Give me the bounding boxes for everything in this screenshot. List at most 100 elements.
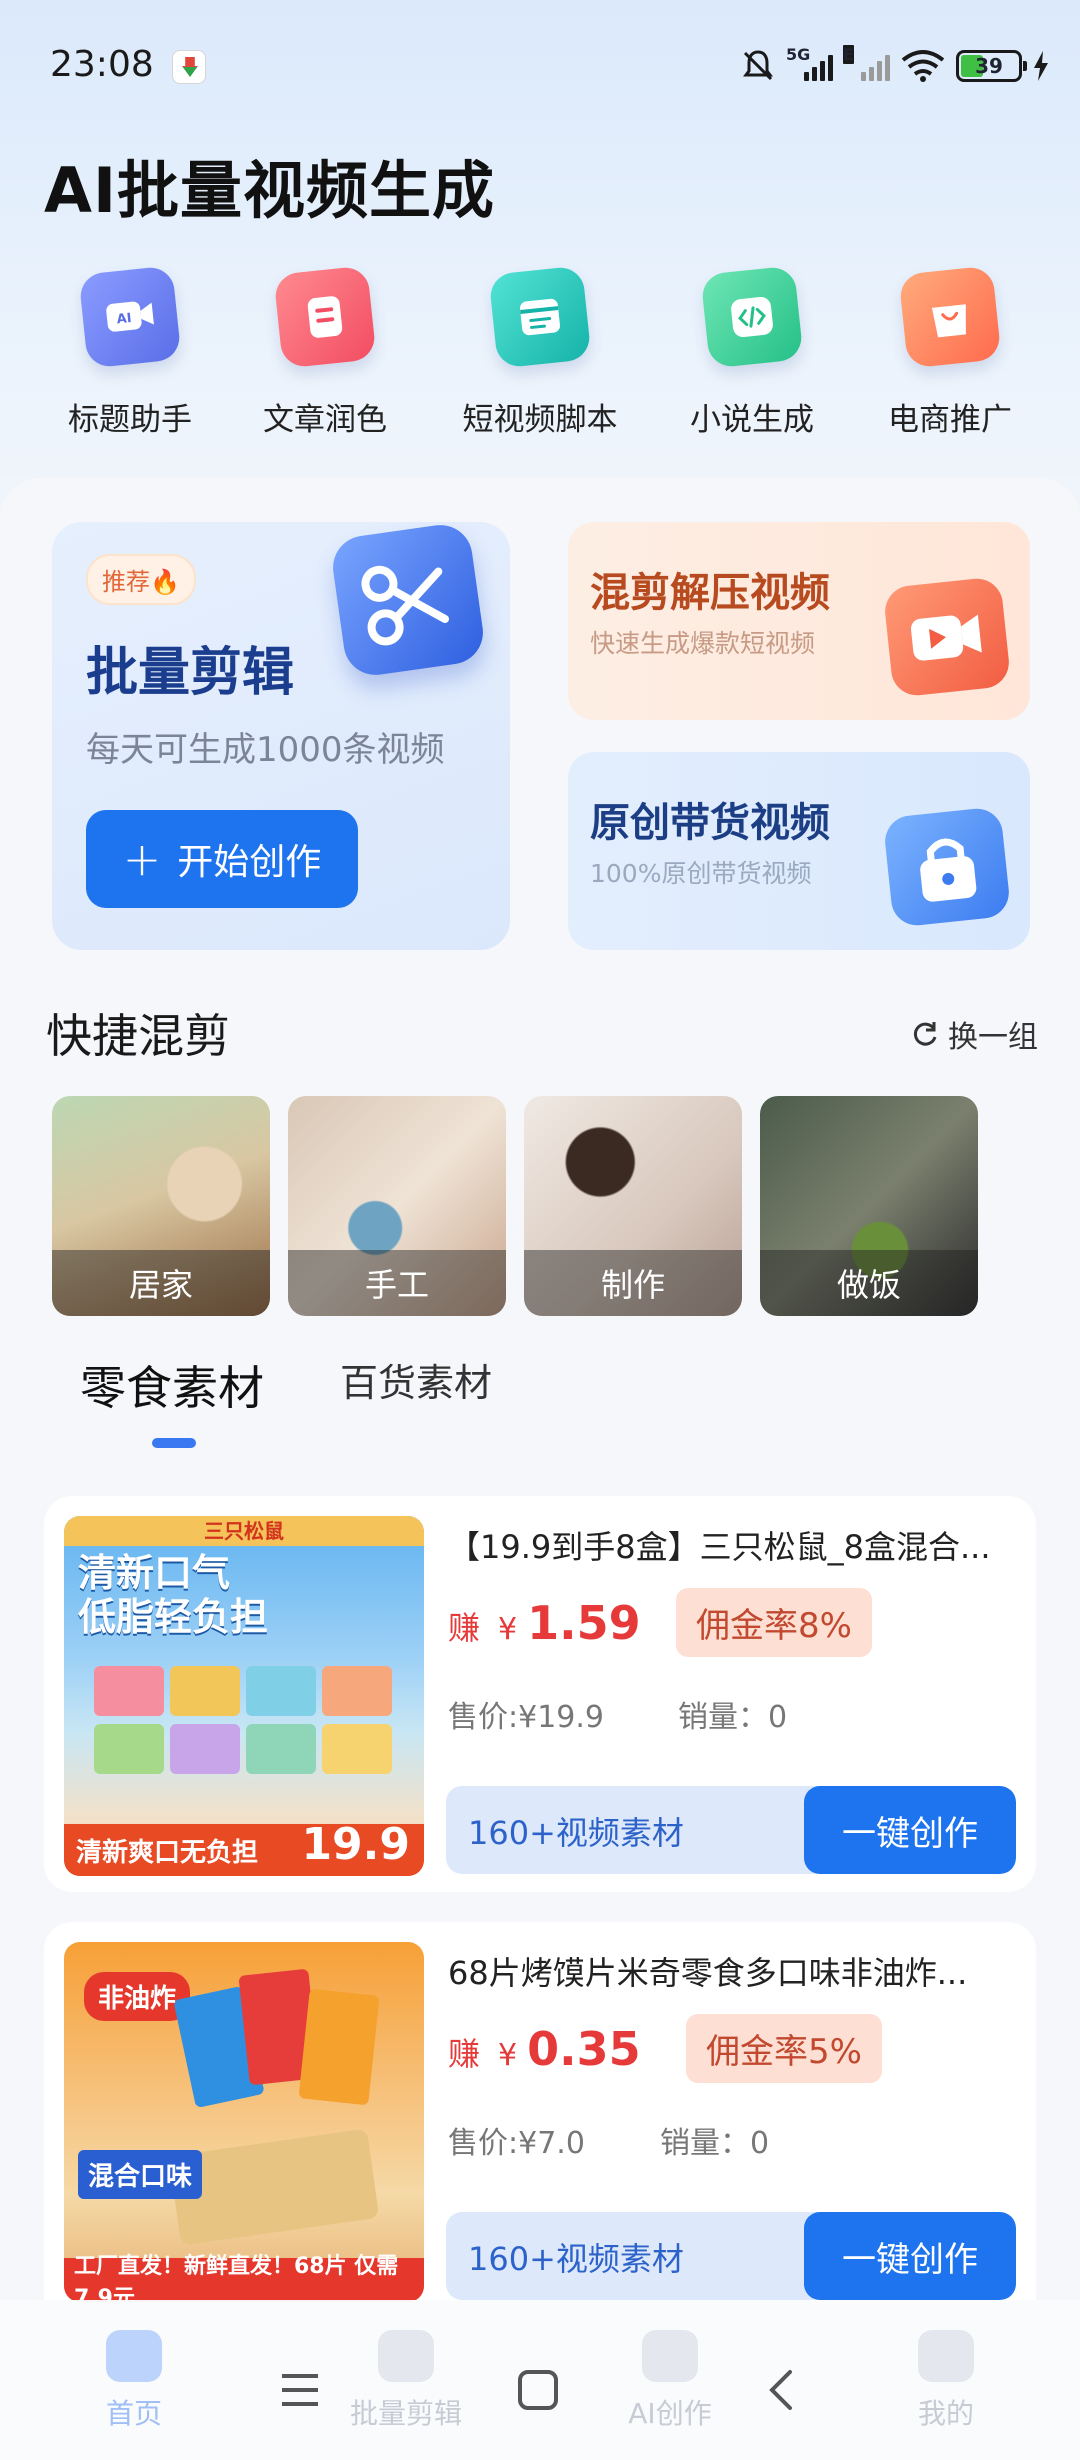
image-price: 19.9 [301, 1819, 410, 1870]
nav-label: 首页 [105, 2397, 162, 2430]
quick-mix-item-home[interactable]: 居家 [52, 1096, 270, 1316]
product-title: 68片烤馍片米奇零食多口味非油炸... [448, 1954, 968, 1992]
product-image: 非油炸 混合口味 工厂直发！新鲜直发！68片 仅需7.9元 [64, 1942, 424, 2302]
earn-label: 赚 [448, 1609, 481, 1647]
video-material-count[interactable]: 160+视频素材 [468, 2234, 684, 2280]
video-camera-icon [882, 576, 1012, 698]
mix-video-subtitle: 快速生成爆款短视频 [590, 629, 816, 658]
video-material-count[interactable]: 160+视频素材 [468, 1808, 684, 1854]
shortcut-label: 电商推广 [888, 402, 1012, 438]
quick-mix-item-handcraft[interactable]: 手工 [288, 1096, 506, 1316]
product-title: 【19.9到手8盒】三只松鼠_8盒混合... [448, 1528, 991, 1566]
product-sales: 销量：0 [678, 1700, 788, 1735]
svg-text:AI: AI [116, 311, 132, 327]
refresh-icon [913, 1022, 937, 1046]
one-click-create-button[interactable]: 一键创作 [804, 1786, 1016, 1874]
bell-muted-icon [743, 50, 773, 81]
commission-rate-badge: 佣金率5% [686, 2014, 882, 2083]
status-icons: 5G E 39 [740, 44, 1050, 88]
cellular-signal-2-icon: E [843, 45, 890, 81]
nav-label: AI创作 [628, 2397, 712, 2430]
image-mid-label: 混合口味 [78, 2150, 203, 2199]
product-image: 三只松鼠 清新口气 低脂轻负担 清新爽口无负担 19.9 [64, 1516, 424, 1876]
refresh-label: 换一组 [948, 1020, 1038, 1055]
currency-symbol: ¥ [498, 1612, 518, 1647]
clapperboard-icon [488, 265, 592, 369]
shortcut-article-polish[interactable]: 文章润色 [225, 262, 425, 439]
status-bar: 23:08 5G E 39 [0, 0, 1080, 130]
commission-rate-badge: 佣金率8% [676, 1588, 872, 1657]
ai-video-icon: AI [78, 265, 182, 369]
code-icon [700, 265, 804, 369]
mix-video-card[interactable]: 混剪解压视频 快速生成爆款短视频 [568, 522, 1030, 720]
nav-home[interactable]: 首页 [64, 2330, 204, 2432]
status-time: 23:08 [50, 44, 154, 85]
edit-icon [642, 2330, 698, 2382]
shortcut-title-assistant[interactable]: AI 标题助手 [30, 262, 230, 439]
shopping-bag-icon [898, 265, 1002, 369]
quick-mix-title: 快捷混剪 [46, 1009, 230, 1063]
back-icon[interactable] [760, 2368, 804, 2412]
currency-symbol: ¥ [498, 2038, 518, 2073]
brand-label: 三只松鼠 [64, 1516, 424, 1546]
original-video-subtitle: 100%原创带货视频 [590, 859, 812, 888]
image-bottom-label: 工厂直发！新鲜直发！68片 仅需7.9元 [64, 2254, 424, 2302]
nav-ai-create[interactable]: AI创作 [600, 2330, 740, 2432]
shortcut-video-script[interactable]: 短视频脚本 [440, 262, 640, 439]
refresh-button[interactable]: 换一组 [910, 1012, 1038, 1056]
material-bar: 160+视频素材 一键创作 [446, 1786, 1016, 1874]
batch-edit-subtitle: 每天可生成1000条视频 [86, 730, 445, 770]
home-icon [106, 2330, 162, 2382]
battery-level: 39 [975, 54, 1003, 78]
thumb-caption: 制作 [524, 1250, 742, 1316]
headline-line: 低脂轻负担 [78, 1594, 269, 1639]
play-icon [378, 2330, 434, 2382]
nav-label: 我的 [917, 2397, 974, 2430]
document-icon [273, 265, 377, 369]
shortcut-novel-generate[interactable]: 小说生成 [652, 262, 852, 439]
quick-mix-item-cooking[interactable]: 做饭 [760, 1096, 978, 1316]
scissors-icon [328, 520, 488, 680]
earn-label: 赚 [448, 2035, 481, 2073]
plus-icon: + [122, 832, 162, 886]
shortcut-ecommerce[interactable]: 电商推广 [850, 262, 1050, 439]
tab-general-goods[interactable]: 百货素材 [340, 1352, 492, 1407]
nav-batch-edit[interactable]: 批量剪辑 [336, 2330, 476, 2432]
start-create-button[interactable]: + 开始创作 [86, 810, 358, 908]
shortcut-row: AI 标题助手 文章润色 短视频脚本 小说生成 电商推广 [0, 262, 1080, 442]
product-sales: 销量：0 [660, 2126, 770, 2161]
wifi-icon [901, 50, 945, 82]
shortcut-label: 小说生成 [690, 402, 814, 438]
headline-line: 清新口气 [78, 1551, 231, 1595]
home-button-icon[interactable] [516, 2368, 560, 2412]
earn-amount: 赚 ¥ 1.59 [448, 1596, 641, 1650]
page-title: AI批量视频生成 [44, 154, 496, 227]
net-label-2: E [843, 45, 854, 64]
start-create-label: 开始创作 [177, 842, 322, 883]
original-video-title: 原创带货视频 [590, 800, 830, 846]
net-label-1: 5G [786, 45, 811, 64]
menu-icon[interactable] [278, 2368, 322, 2412]
one-click-create-button[interactable]: 一键创作 [804, 2212, 1016, 2300]
lock-bag-icon [882, 806, 1012, 928]
thumb-caption: 手工 [288, 1250, 506, 1316]
quick-mix-item-make[interactable]: 制作 [524, 1096, 742, 1316]
cellular-signal-icon: 5G [786, 45, 833, 81]
image-top-label: 非油炸 [84, 1972, 191, 2021]
product-card[interactable]: 三只松鼠 清新口气 低脂轻负担 清新爽口无负担 19.9 【19.9到手8盒】三… [44, 1496, 1036, 1892]
original-video-card[interactable]: 原创带货视频 100%原创带货视频 [568, 752, 1030, 950]
shortcut-label: 标题助手 [68, 402, 192, 438]
thumb-caption: 居家 [52, 1250, 270, 1316]
nav-profile[interactable]: 我的 [876, 2330, 1016, 2432]
thumb-caption: 做饭 [760, 1250, 978, 1316]
batch-edit-title: 批量剪辑 [86, 643, 295, 703]
image-headline: 清新口气 低脂轻负担 [78, 1551, 269, 1639]
product-price: 售价:¥19.9 [448, 1700, 604, 1735]
product-packs [173, 1962, 404, 2142]
profile-icon [918, 2330, 974, 2382]
charging-bolt-icon [1034, 51, 1048, 81]
product-boxes [94, 1666, 394, 1786]
tab-indicator [152, 1438, 196, 1448]
shortcut-label: 文章润色 [263, 402, 387, 438]
tab-snacks[interactable]: 零食素材 [80, 1352, 264, 1418]
